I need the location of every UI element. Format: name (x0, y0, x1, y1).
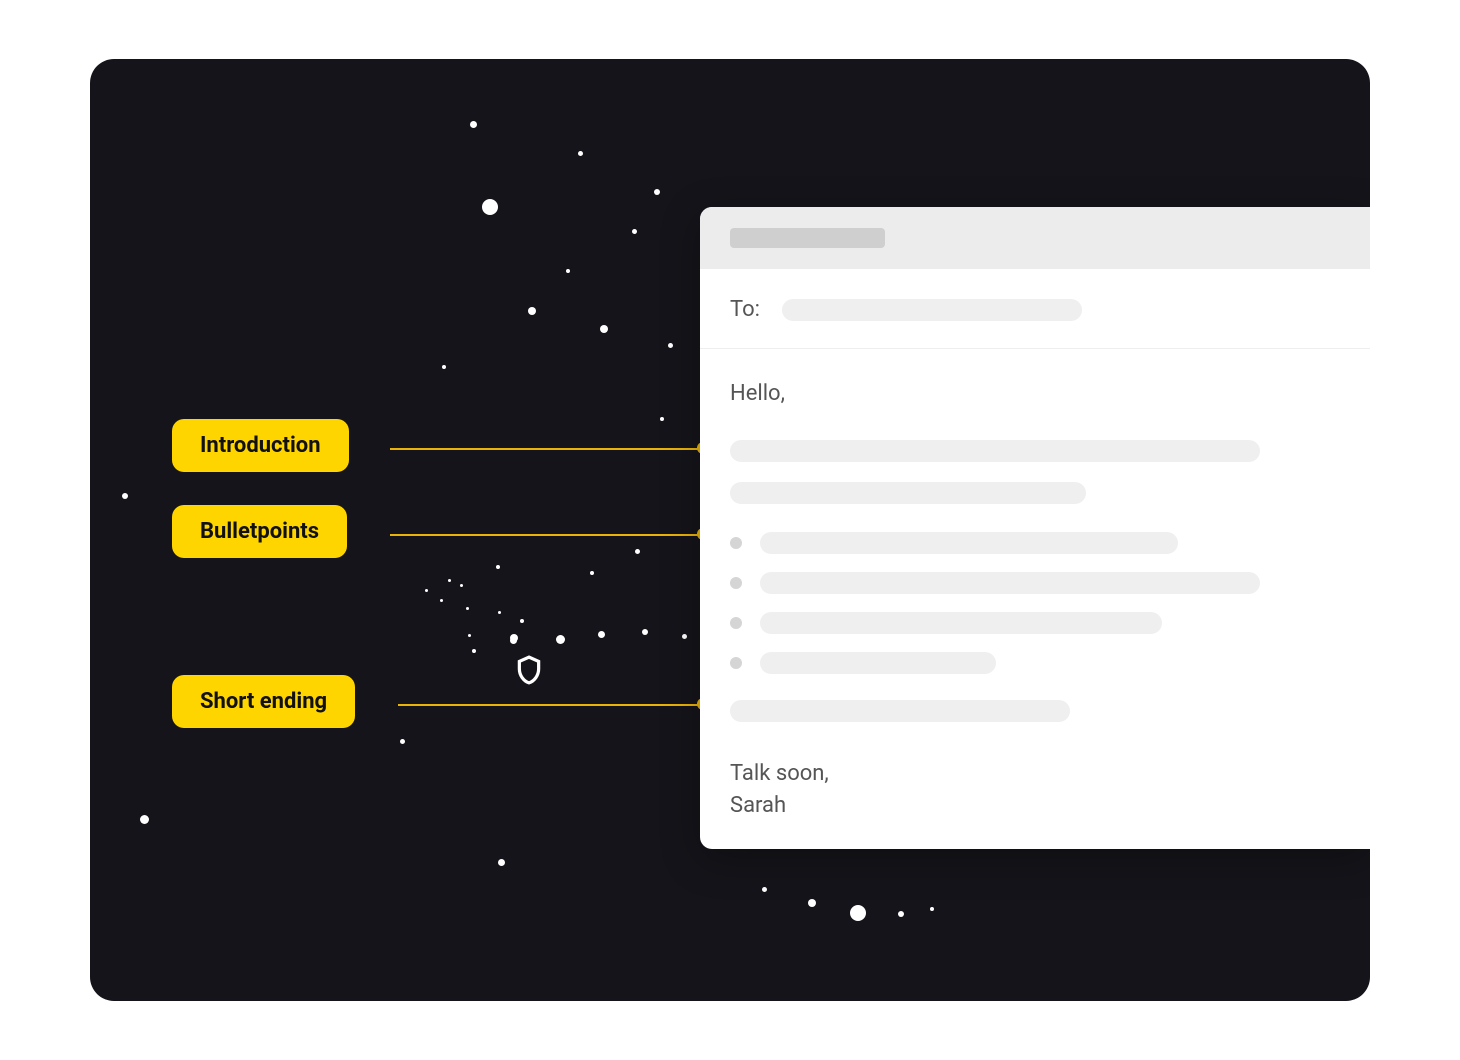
star-dot (654, 189, 660, 195)
connector-line (390, 534, 700, 536)
star-dot (122, 493, 128, 499)
bullet-item (730, 652, 1340, 674)
to-label: To: (730, 297, 760, 322)
star-dot (556, 635, 565, 644)
star-dot (566, 269, 570, 273)
star-dot (498, 859, 505, 866)
bullet-dot-icon (730, 537, 742, 549)
star-dot (470, 121, 477, 128)
star-dot (498, 611, 501, 614)
star-dot (468, 634, 471, 637)
star-dot (642, 629, 648, 635)
annotation-bulletpoints: Bulletpoints (172, 505, 347, 558)
star-dot (808, 899, 816, 907)
email-compose-card: To: Hello, (700, 207, 1370, 849)
bullet-dot-icon (730, 577, 742, 589)
ending-line (730, 700, 1070, 722)
email-titlebar (700, 207, 1370, 269)
star-dot (850, 905, 866, 921)
star-dot (898, 911, 904, 917)
star-dot (930, 907, 934, 911)
connector-line (390, 448, 700, 450)
connector-line (398, 704, 700, 706)
star-dot (425, 589, 428, 592)
star-dot (460, 584, 463, 587)
illustration-canvas: Introduction Bulletpoints Short ending T… (90, 59, 1370, 1001)
email-to-row: To: (700, 269, 1370, 349)
star-dot (482, 199, 498, 215)
star-dot (448, 579, 451, 582)
star-dot (442, 365, 446, 369)
email-greeting: Hello, (730, 381, 1340, 406)
star-dot (440, 599, 443, 602)
star-dot (472, 649, 476, 653)
star-dot (590, 571, 594, 575)
star-dot (400, 739, 405, 744)
bullet-text-placeholder (760, 652, 996, 674)
bullet-dot-icon (730, 657, 742, 669)
bullet-item (730, 532, 1340, 554)
star-dot (635, 549, 640, 554)
star-dot (600, 325, 608, 333)
bullet-dot-icon (730, 617, 742, 629)
star-dot (632, 229, 637, 234)
signoff-name: Sarah (730, 790, 1340, 822)
star-dot (140, 815, 149, 824)
star-dot (528, 307, 536, 315)
star-dot (578, 151, 583, 156)
bullet-text-placeholder (760, 612, 1162, 634)
shield-icon (516, 655, 542, 689)
annotation-introduction: Introduction (172, 419, 349, 472)
star-dot (762, 887, 767, 892)
subject-placeholder (730, 228, 885, 248)
bullet-item (730, 572, 1340, 594)
star-dot (510, 634, 518, 642)
email-signoff: Talk soon, Sarah (730, 758, 1340, 822)
star-dot (682, 634, 687, 639)
signoff-line: Talk soon, (730, 758, 1340, 790)
star-dot (660, 417, 664, 421)
recipient-placeholder (782, 299, 1082, 321)
star-dot (496, 565, 500, 569)
annotation-short-ending: Short ending (172, 675, 355, 728)
star-dot (598, 631, 605, 638)
bullet-item (730, 612, 1340, 634)
email-body: Hello, (700, 349, 1370, 822)
bullet-text-placeholder (760, 532, 1178, 554)
star-dot (668, 343, 673, 348)
star-dot (466, 607, 469, 610)
bullet-text-placeholder (760, 572, 1260, 594)
star-dot (520, 619, 524, 623)
intro-line (730, 440, 1260, 462)
intro-line (730, 482, 1086, 504)
